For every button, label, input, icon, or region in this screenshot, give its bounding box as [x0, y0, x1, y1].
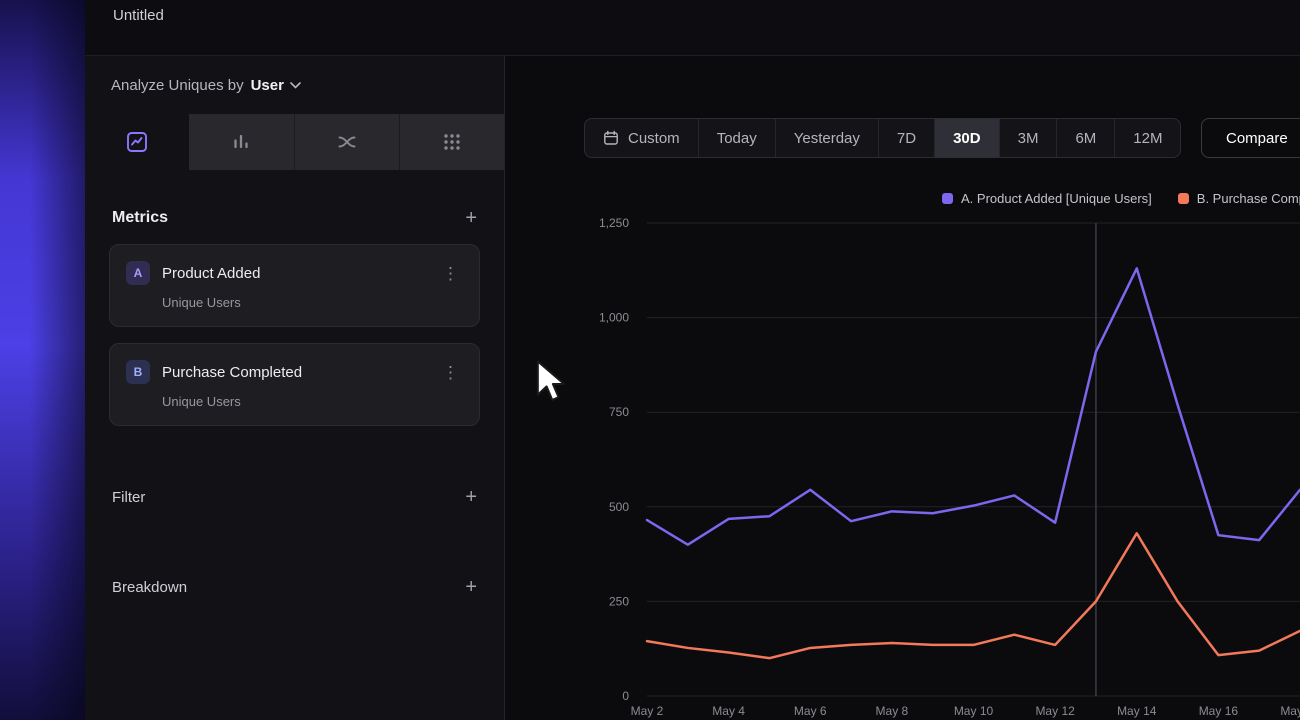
- tab-bar-chart[interactable]: [189, 114, 293, 170]
- bar-chart-icon: [229, 130, 253, 154]
- tab-retention-grid[interactable]: [399, 114, 504, 170]
- app-window: Untitled Analyze Uniques by User: [0, 0, 1300, 720]
- metric-card-b[interactable]: B Purchase Completed ⋮ Unique Users: [109, 343, 480, 426]
- chevron-down-icon: [290, 82, 301, 89]
- range-today[interactable]: Today: [699, 119, 776, 157]
- left-gradient-rail: [0, 0, 85, 720]
- analyze-label: Analyze Uniques by: [111, 77, 244, 94]
- add-filter-button[interactable]: +: [465, 487, 477, 507]
- metric-menu-icon[interactable]: ⋮: [438, 263, 463, 284]
- calendar-icon: [603, 130, 619, 146]
- add-breakdown-button[interactable]: +: [465, 577, 477, 597]
- compare-button[interactable]: Compare: [1201, 118, 1300, 158]
- range-3m[interactable]: 3M: [1000, 119, 1058, 157]
- report-title[interactable]: Untitled: [113, 7, 164, 24]
- metric-badge-b: B: [126, 360, 150, 384]
- filter-title: Filter: [112, 489, 145, 506]
- metrics-section-header: Metrics +: [85, 208, 504, 228]
- line-chart-icon: [125, 130, 149, 154]
- range-label: Custom: [628, 130, 680, 147]
- legend-item-b[interactable]: B. Purchase Completed [Unique Users]: [1178, 191, 1300, 206]
- legend-label: B. Purchase Completed [Unique Users]: [1197, 191, 1300, 206]
- metric-subtitle[interactable]: Unique Users: [162, 394, 463, 409]
- tab-flows[interactable]: [294, 114, 399, 170]
- range-30d[interactable]: 30D: [935, 119, 1000, 157]
- metric-card-a[interactable]: A Product Added ⋮ Unique Users: [109, 244, 480, 327]
- legend-swatch-purple: [942, 193, 953, 204]
- metric-menu-icon[interactable]: ⋮: [438, 362, 463, 383]
- chart-type-tabs: [85, 114, 504, 170]
- analyze-header: Analyze Uniques by User: [85, 56, 504, 114]
- legend-label: A. Product Added [Unique Users]: [961, 191, 1152, 206]
- metric-badge-a: A: [126, 261, 150, 285]
- metric-title: Purchase Completed: [162, 364, 302, 381]
- flows-icon: [335, 130, 359, 154]
- legend-item-a[interactable]: A. Product Added [Unique Users]: [942, 191, 1152, 206]
- filter-section-header: Filter +: [85, 484, 504, 510]
- chart-legend: A. Product Added [Unique Users] B. Purch…: [942, 191, 1300, 206]
- metrics-title: Metrics: [112, 209, 168, 227]
- grid-dots-icon: [440, 130, 464, 154]
- range-12m[interactable]: 12M: [1115, 119, 1180, 157]
- legend-swatch-orange: [1178, 193, 1189, 204]
- query-panel: Analyze Uniques by User Metrics +: [85, 56, 505, 720]
- range-custom[interactable]: Custom: [585, 119, 699, 157]
- range-7d[interactable]: 7D: [879, 119, 935, 157]
- top-bar: Untitled: [85, 0, 1300, 56]
- metric-title: Product Added: [162, 265, 260, 282]
- breakdown-title: Breakdown: [112, 579, 187, 596]
- range-yesterday[interactable]: Yesterday: [776, 119, 879, 157]
- add-metric-button[interactable]: +: [465, 208, 477, 228]
- metric-subtitle[interactable]: Unique Users: [162, 295, 463, 310]
- date-range-picker: Custom Today Yesterday 7D 30D 3M 6M 12M: [584, 118, 1181, 158]
- range-6m[interactable]: 6M: [1057, 119, 1115, 157]
- analyze-entity-value: User: [251, 77, 284, 94]
- breakdown-section-header: Breakdown +: [85, 574, 504, 600]
- tab-insights-line[interactable]: [85, 114, 189, 170]
- analyze-entity-dropdown[interactable]: User: [251, 77, 301, 94]
